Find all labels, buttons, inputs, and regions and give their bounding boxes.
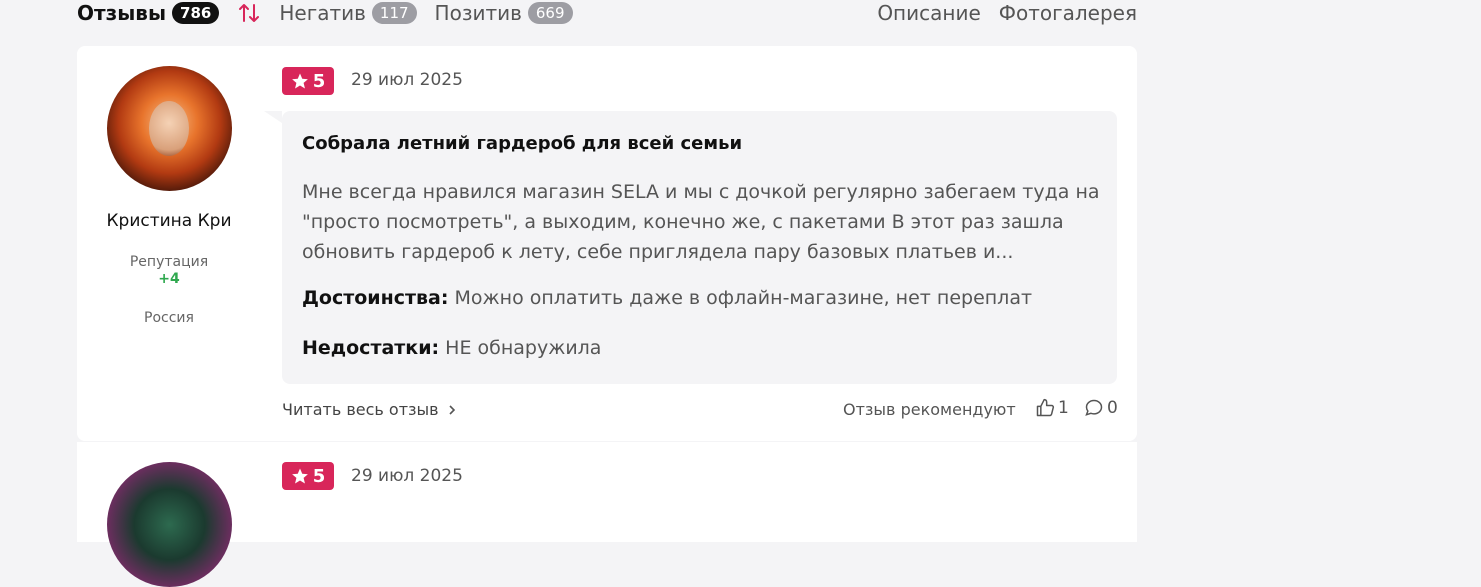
rating-badge: 5 (282, 462, 334, 490)
review-date: 29 июл 2025 (351, 70, 463, 90)
review-text: Мне всегда нравился магазин SELA и мы с … (302, 181, 1100, 263)
tab-negative-label: Негатив (279, 1, 366, 25)
pros-label: Достоинства: (302, 287, 449, 309)
section-links: Описание Фотогалерея (877, 1, 1137, 25)
author-name[interactable]: Кристина Кри (77, 211, 261, 231)
review-body: Собрала летний гардероб для всей семьи М… (264, 111, 1117, 384)
cons-text: НЕ обнаружила (445, 337, 602, 359)
avatar[interactable] (107, 462, 232, 587)
thumbs-up-icon (1036, 398, 1055, 417)
tab-negative-count: 117 (371, 2, 417, 24)
comments-count: 0 (1107, 398, 1118, 418)
tab-reviews-count: 786 (172, 2, 220, 24)
rating-value: 5 (312, 465, 326, 487)
reputation-value: +4 (158, 271, 180, 287)
review-date: 29 июл 2025 (351, 466, 463, 486)
tab-reviews[interactable]: Отзывы 786 (77, 1, 220, 25)
review-card: Кристина Кри Репутация +4 Россия 5 29 ию… (77, 46, 1137, 441)
tab-reviews-label: Отзывы (77, 1, 167, 25)
cons-label: Недостатки: (302, 337, 440, 359)
comment-icon (1085, 399, 1103, 416)
review-title[interactable]: Собрала летний гардероб для всей семьи (302, 133, 742, 154)
rating-value: 5 (312, 70, 326, 92)
tab-positive[interactable]: Позитив 669 (435, 1, 573, 25)
read-more-link[interactable]: Читать весь отзыв (282, 400, 457, 419)
read-more-label: Читать весь отзыв (282, 400, 439, 419)
rating-badge: 5 (282, 67, 334, 95)
star-icon (291, 73, 308, 89)
recommend-label: Отзыв рекомендуют (843, 400, 1016, 419)
avatar[interactable] (107, 66, 232, 191)
likes-count: 1 (1058, 398, 1069, 418)
comments-button[interactable]: 0 (1084, 398, 1118, 418)
reviews-tab-bar: Отзывы 786 Негатив 117 Позитив 669 Описа… (77, 0, 1137, 26)
author-country: Россия (144, 310, 194, 326)
review-card: 5 29 июл 2025 (77, 442, 1137, 587)
tab-positive-count: 669 (527, 2, 573, 24)
review-cons: Недостатки: НЕ обнаружила (302, 337, 601, 359)
star-icon (291, 468, 308, 484)
tab-positive-label: Позитив (434, 1, 522, 25)
chevron-right-icon (449, 404, 455, 415)
like-button[interactable]: 1 (1035, 398, 1069, 418)
tab-negative[interactable]: Негатив 117 (279, 1, 417, 25)
reputation-label: Репутация (129, 254, 209, 270)
pros-text: Можно оплатить даже в офлайн-магазине, н… (454, 287, 1033, 309)
sort-icon[interactable] (237, 1, 261, 25)
gallery-link[interactable]: Фотогалерея (999, 1, 1137, 25)
description-link[interactable]: Описание (877, 1, 980, 25)
review-pros: Достоинства: Можно оплатить даже в офлай… (302, 287, 1032, 309)
